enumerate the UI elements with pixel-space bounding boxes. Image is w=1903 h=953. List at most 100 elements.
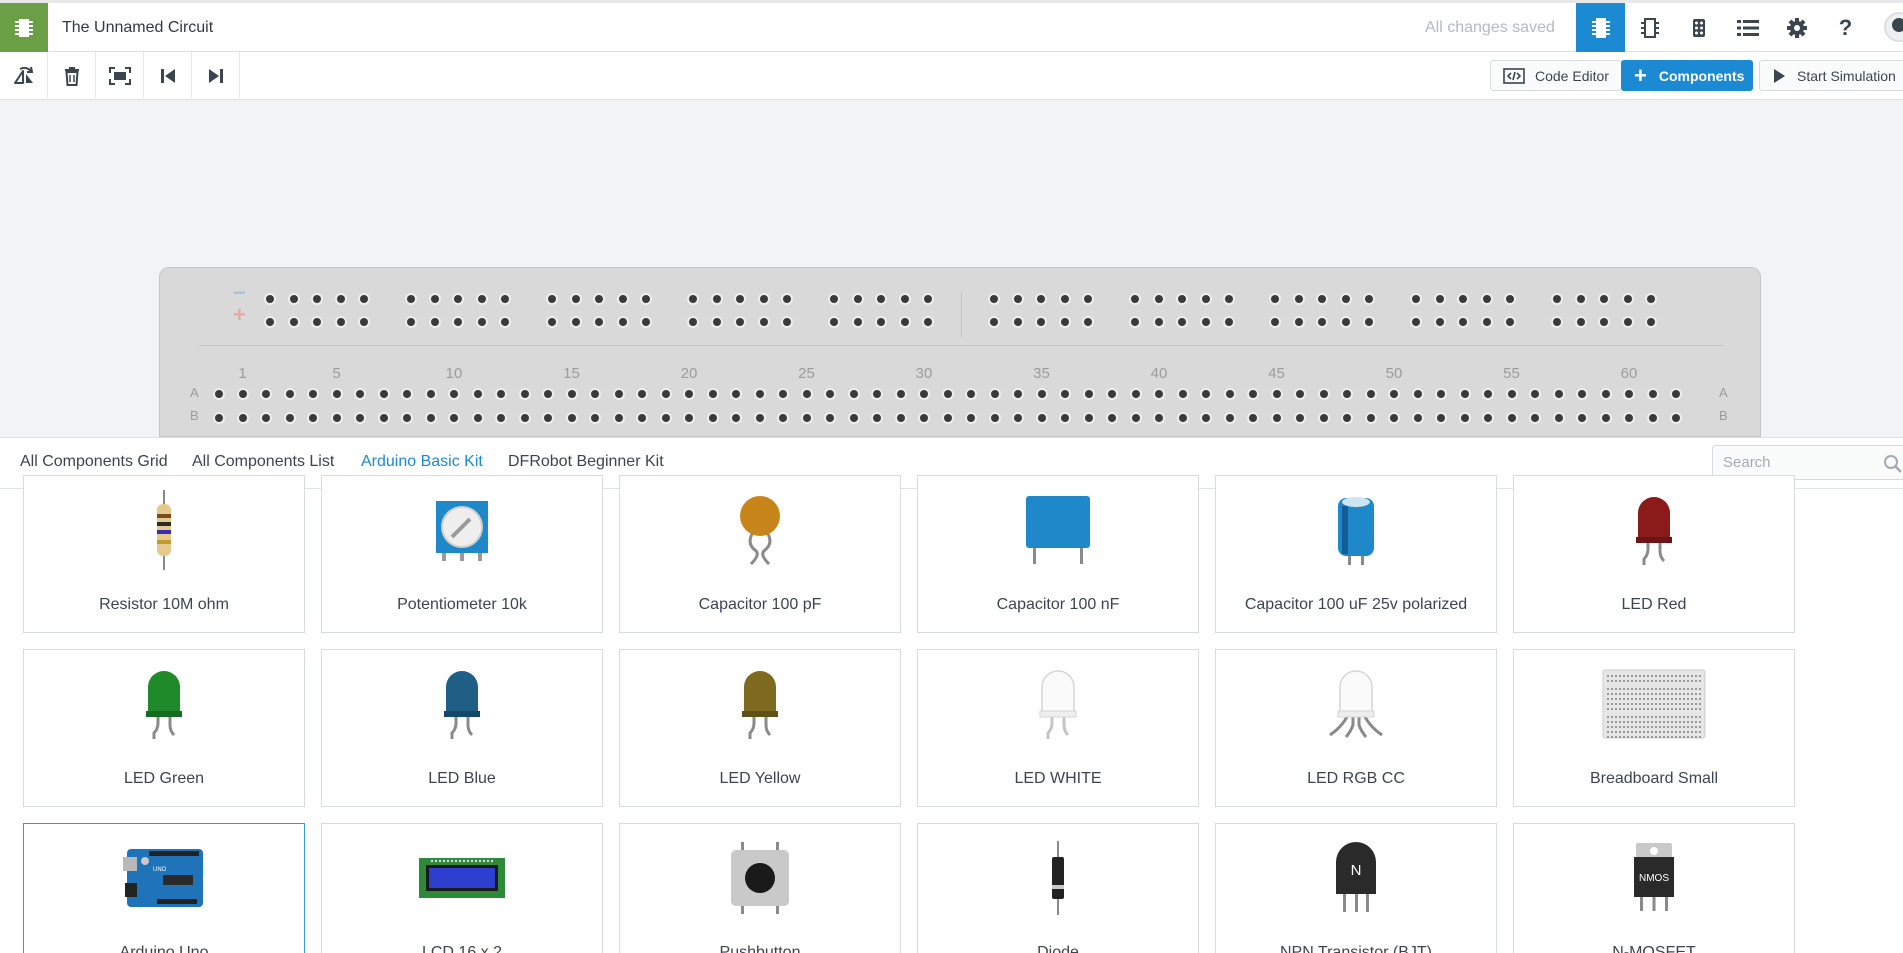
terminal-hole-a[interactable] [356, 390, 364, 398]
terminal-hole-b[interactable] [1460, 414, 1469, 422]
terminal-hole-a[interactable] [802, 390, 811, 398]
rail-hole-plus[interactable] [1084, 318, 1092, 326]
component-card-potentiometer[interactable]: Potentiometer 10k [321, 475, 603, 633]
rail-hole-plus[interactable] [1271, 318, 1279, 326]
rail-hole-minus[interactable] [1294, 295, 1303, 303]
terminal-hole-b[interactable] [426, 414, 435, 422]
terminal-hole-a[interactable] [1014, 390, 1022, 398]
terminal-hole-a[interactable] [403, 390, 411, 398]
rail-hole-minus[interactable] [1201, 295, 1210, 303]
terminal-hole-a[interactable] [1578, 390, 1586, 398]
search-icon[interactable] [1883, 454, 1903, 474]
rail-hole-plus[interactable] [289, 318, 298, 326]
rail-hole-plus[interactable] [1553, 318, 1561, 326]
terminal-hole-a[interactable] [1225, 390, 1234, 398]
rail-hole-plus[interactable] [407, 318, 415, 326]
rail-hole-plus[interactable] [1037, 318, 1045, 326]
terminal-hole-a[interactable] [1155, 390, 1163, 398]
rail-hole-plus[interactable] [1576, 318, 1585, 326]
terminal-hole-b[interactable] [1601, 414, 1610, 422]
rail-hole-minus[interactable] [1553, 295, 1561, 303]
component-card-pushbutton[interactable]: Pushbutton [619, 823, 901, 953]
rail-hole-plus[interactable] [712, 318, 721, 326]
terminal-hole-a[interactable] [1601, 390, 1610, 398]
rail-hole-plus[interactable] [1013, 318, 1022, 326]
terminal-hole-a[interactable] [1531, 390, 1539, 398]
terminal-hole-a[interactable] [826, 390, 834, 398]
terminal-hole-a[interactable] [920, 390, 928, 398]
terminal-hole-a[interactable] [591, 390, 599, 398]
rail-hole-minus[interactable] [853, 295, 862, 303]
rotate-button[interactable] [0, 52, 48, 100]
component-card-led-white[interactable]: LED WHITE [917, 649, 1199, 807]
rail-hole-minus[interactable] [454, 295, 462, 303]
terminal-hole-a[interactable] [309, 390, 317, 398]
terminal-hole-a[interactable] [1507, 390, 1516, 398]
terminal-hole-a[interactable] [262, 390, 270, 398]
rail-hole-plus[interactable] [1225, 318, 1233, 326]
terminal-hole-b[interactable] [1578, 414, 1586, 422]
component-card-lcd[interactable]: LCD 16 x 2 [321, 823, 603, 953]
rail-hole-plus[interactable] [595, 318, 603, 326]
code-editor-button[interactable]: Code Editor [1490, 60, 1622, 91]
terminal-hole-b[interactable] [450, 414, 458, 422]
rail-hole-plus[interactable] [990, 318, 998, 326]
terminal-hole-a[interactable] [1108, 390, 1116, 398]
terminal-hole-b[interactable] [1554, 414, 1563, 422]
terminal-hole-a[interactable] [685, 390, 693, 398]
rail-hole-minus[interactable] [1341, 295, 1350, 303]
rail-hole-plus[interactable] [618, 318, 627, 326]
terminal-hole-b[interactable] [544, 414, 552, 422]
terminal-hole-a[interactable] [1460, 390, 1469, 398]
terminal-hole-b[interactable] [1648, 414, 1657, 422]
terminal-hole-b[interactable] [473, 414, 482, 422]
terminal-hole-b[interactable] [826, 414, 834, 422]
terminal-hole-a[interactable] [873, 390, 881, 398]
terminal-hole-b[interactable] [379, 414, 388, 422]
component-card-n-mosfet[interactable]: NMOS N-MOSFET [1513, 823, 1795, 953]
terminal-hole-b[interactable] [1413, 414, 1422, 422]
terminal-hole-b[interactable] [1390, 414, 1398, 422]
terminal-hole-b[interactable] [1319, 414, 1328, 422]
terminal-hole-a[interactable] [520, 390, 529, 398]
component-card-led-yellow[interactable]: LED Yellow [619, 649, 901, 807]
rail-hole-plus[interactable] [1482, 318, 1491, 326]
rail-hole-minus[interactable] [360, 295, 368, 303]
terminal-hole-b[interactable] [1249, 414, 1257, 422]
terminal-hole-b[interactable] [685, 414, 693, 422]
component-list-button[interactable] [1723, 3, 1772, 52]
schematic-view-button[interactable] [1625, 3, 1674, 52]
rail-hole-minus[interactable] [1225, 295, 1233, 303]
terminal-hole-a[interactable] [544, 390, 552, 398]
terminal-hole-a[interactable] [1413, 390, 1422, 398]
rail-hole-plus[interactable] [1341, 318, 1350, 326]
component-card-breadboard-small[interactable]: Breadboard Small [1513, 649, 1795, 807]
terminal-hole-a[interactable] [708, 390, 717, 398]
component-card-ceramic-capacitor[interactable]: Capacitor 100 pF [619, 475, 901, 633]
pcb-view-button[interactable] [1674, 3, 1723, 52]
terminal-hole-a[interactable] [967, 390, 975, 398]
terminal-hole-b[interactable] [567, 414, 576, 422]
rail-hole-minus[interactable] [783, 295, 791, 303]
terminal-hole-b[interactable] [708, 414, 717, 422]
terminal-hole-b[interactable] [403, 414, 411, 422]
rail-hole-minus[interactable] [477, 295, 486, 303]
rail-hole-plus[interactable] [1506, 318, 1514, 326]
terminal-hole-b[interactable] [520, 414, 529, 422]
redo-button[interactable] [192, 52, 240, 100]
terminal-hole-a[interactable] [1554, 390, 1563, 398]
rail-hole-plus[interactable] [313, 318, 321, 326]
rail-hole-plus[interactable] [1060, 318, 1069, 326]
rail-hole-plus[interactable] [501, 318, 509, 326]
terminal-hole-a[interactable] [1037, 390, 1046, 398]
terminal-hole-b[interactable] [1343, 414, 1351, 422]
rail-hole-plus[interactable] [1647, 318, 1655, 326]
rail-hole-plus[interactable] [1459, 318, 1467, 326]
rail-hole-minus[interactable] [1037, 295, 1045, 303]
rail-hole-minus[interactable] [501, 295, 509, 303]
terminal-hole-a[interactable] [238, 390, 247, 398]
rail-hole-minus[interactable] [1013, 295, 1022, 303]
rail-hole-minus[interactable] [642, 295, 650, 303]
rail-hole-minus[interactable] [990, 295, 998, 303]
terminal-hole-b[interactable] [802, 414, 811, 422]
